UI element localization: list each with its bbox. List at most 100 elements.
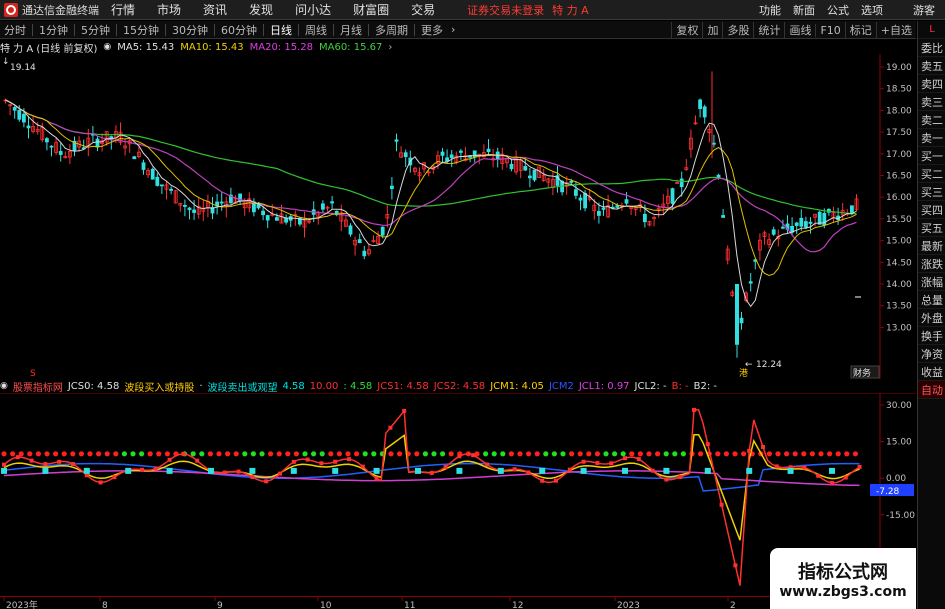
quote-bid4[interactable]: 买四: [918, 201, 945, 219]
finance-tag[interactable]: 财务: [853, 367, 871, 379]
quote-ask2[interactable]: 卖二: [918, 111, 945, 129]
tool-watchlist[interactable]: +自选: [875, 22, 916, 38]
menu-quotes[interactable]: 行情: [111, 1, 135, 18]
menu-function[interactable]: 功能: [759, 2, 781, 18]
quote-bid3[interactable]: 买三: [918, 183, 945, 201]
quote-bid5[interactable]: 买五: [918, 219, 945, 237]
quote-earnings[interactable]: 收益: [918, 363, 945, 381]
period-30min[interactable]: 30分钟: [168, 22, 212, 38]
candle-body: [532, 169, 537, 181]
candle-body: [58, 151, 63, 155]
oscillator-marker: [319, 461, 324, 466]
signal-dot: [569, 451, 575, 457]
price-tick-label: 14.00: [886, 280, 912, 290]
signal-dot: [491, 451, 497, 457]
oscillator-marker: [636, 457, 641, 462]
period-60min[interactable]: 60分钟: [217, 22, 261, 38]
tool-adjust[interactable]: 复权: [671, 22, 702, 38]
signal-dot: [35, 451, 42, 457]
menu-formula[interactable]: 公式: [827, 2, 849, 18]
oscillator-marker: [333, 459, 338, 464]
tool-draw[interactable]: 画线: [784, 22, 815, 38]
sell-marker: S: [30, 369, 36, 379]
tool-mark[interactable]: 标记: [844, 22, 876, 38]
tool-stats[interactable]: 统计: [753, 22, 784, 38]
app-brand: 通达信金融终端: [22, 3, 99, 17]
period-weekly[interactable]: 周线: [301, 22, 331, 38]
indicator-name[interactable]: 股票指标网: [13, 379, 63, 394]
period-minute[interactable]: 分时: [0, 22, 30, 38]
quote-ask4[interactable]: 卖四: [918, 75, 945, 93]
candle-body: [159, 184, 164, 187]
signal-dot: [422, 451, 428, 457]
ma60-label: MA60: 15.67: [318, 41, 383, 53]
login-status[interactable]: 证券交易未登录: [467, 2, 544, 18]
tool-multistock[interactable]: 多股: [722, 22, 753, 38]
guest-user[interactable]: 游客: [913, 2, 935, 18]
time-tick-label: 10: [320, 601, 332, 609]
oscillator-marker: [264, 479, 269, 484]
signal-dot: [508, 451, 514, 457]
menu-news[interactable]: 资讯: [203, 1, 227, 18]
bar-marker: [622, 467, 628, 474]
quote-change[interactable]: 涨跌: [918, 255, 945, 273]
signal-dot: [844, 451, 850, 457]
quote-change-pct[interactable]: 涨幅: [918, 273, 945, 291]
bar-marker: [704, 467, 711, 474]
quote-volume[interactable]: 总量: [918, 291, 945, 309]
price-tick-label: 17.50: [886, 128, 912, 138]
period-monthly[interactable]: 月线: [336, 22, 366, 38]
quote-ask1[interactable]: 卖一: [918, 129, 945, 147]
app-logo-icon: [4, 2, 18, 17]
quote-ask3[interactable]: 卖三: [918, 93, 945, 111]
oscillator-marker: [305, 457, 310, 462]
jcm1-label: JCM1: 4.05: [490, 380, 544, 392]
oscillator-marker: [347, 457, 351, 462]
quote-latest[interactable]: 最新: [918, 237, 945, 255]
period-daily[interactable]: 日线: [266, 22, 296, 38]
indicator-settings-icon[interactable]: ◉: [0, 381, 8, 391]
menu-market[interactable]: 市场: [157, 1, 181, 18]
expand-arrow-icon[interactable]: ›: [388, 42, 392, 53]
menu-wealth[interactable]: 财富圈: [353, 1, 389, 18]
menu-new[interactable]: 新面: [793, 2, 815, 18]
price-tick-label: 19.00: [886, 63, 912, 73]
quote-bid2[interactable]: 买二: [918, 165, 945, 183]
period-1min[interactable]: 1分钟: [35, 22, 72, 38]
menu-options[interactable]: 选项: [861, 2, 883, 18]
price-axis: 19.00 18.50 18.00 17.50 17.00 16.50 16.00 15.50…: [880, 63, 912, 333]
quote-outer[interactable]: 外盘: [918, 309, 945, 327]
quote-panel-l[interactable]: L: [918, 21, 945, 39]
menu-trade[interactable]: 交易: [411, 1, 435, 18]
period-15min[interactable]: 15分钟: [119, 22, 163, 38]
candle-body: [528, 175, 532, 179]
quote-weibi[interactable]: 委比: [918, 39, 945, 57]
period-more[interactable]: 更多: [417, 22, 447, 38]
low-price-label: 12.24: [756, 360, 782, 370]
quote-netasset[interactable]: 净资: [918, 345, 945, 363]
candle-body: [794, 222, 799, 226]
signal-dot: [620, 451, 626, 457]
quote-bid1[interactable]: 买一: [918, 147, 945, 165]
quote-turnover[interactable]: 换手: [918, 327, 945, 345]
oscillator-marker: [250, 475, 255, 480]
tool-f10[interactable]: F10: [815, 23, 844, 37]
more-arrow-icon[interactable]: ›: [447, 23, 459, 36]
bar-marker: [208, 467, 214, 474]
menu-discover[interactable]: 发现: [249, 1, 273, 18]
candle-body: [799, 217, 804, 227]
auto-button[interactable]: 自动: [918, 381, 945, 399]
signal-dot: [551, 451, 558, 457]
quote-ask5[interactable]: 卖五: [918, 57, 945, 75]
period-multi[interactable]: 多周期: [371, 22, 412, 38]
candle-body: [721, 215, 725, 218]
period-5min[interactable]: 5分钟: [77, 22, 114, 38]
kline-chart[interactable]: 19.00 18.50 18.00 17.50 17.00 16.50 16.00 15.50…: [0, 54, 916, 379]
tool-add[interactable]: 加: [702, 22, 722, 38]
indicator-axis: 30.00 15.00 0.00 -15.00: [880, 401, 915, 521]
time-tick-label: 2: [730, 601, 736, 609]
oscillator-marker: [554, 478, 558, 483]
settings-icon[interactable]: ◉: [103, 42, 111, 52]
menu-ask[interactable]: 问小达: [295, 1, 331, 18]
current-value: -7.28: [876, 487, 900, 497]
